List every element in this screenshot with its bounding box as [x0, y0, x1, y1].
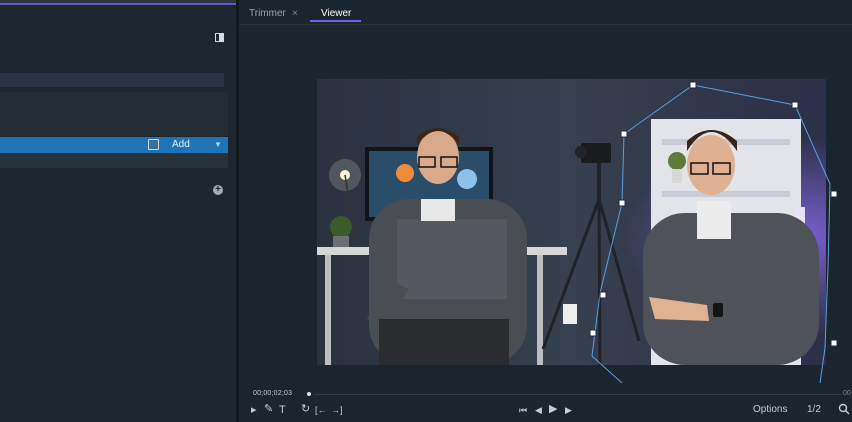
step-back-icon[interactable]: ◀: [535, 404, 542, 416]
left-panel-accent-line: [0, 3, 236, 5]
loop-icon[interactable]: ↻: [301, 403, 310, 415]
play-icon[interactable]: ▶: [549, 403, 557, 415]
go-to-start-icon[interactable]: ⏮: [519, 404, 527, 416]
step-forward-icon[interactable]: ▶: [565, 404, 572, 416]
tab-active-indicator: [310, 20, 361, 22]
mask-row-sub: [0, 153, 228, 168]
end-timecode: 00: [843, 390, 851, 397]
mask-handle: [830, 190, 838, 198]
close-icon[interactable]: ×: [292, 8, 298, 19]
timeline-track[interactable]: [314, 394, 842, 395]
search-icon[interactable]: [838, 403, 850, 415]
mask-handle: [791, 101, 799, 109]
left-panel: [0, 0, 236, 422]
mask-add-dropdown-label[interactable]: Add: [172, 139, 190, 151]
mask-row-selected[interactable]: [0, 137, 228, 153]
mask-handle: [589, 329, 597, 337]
text-tool-icon[interactable]: T: [279, 404, 286, 416]
current-timecode: 00;00;02;03: [253, 390, 293, 397]
panel-toggle-icon[interactable]: [215, 33, 224, 42]
options-menu[interactable]: Options: [753, 404, 787, 415]
mask-handle: [620, 130, 628, 138]
mark-out-icon[interactable]: →]: [331, 404, 343, 416]
mask-toggle-checkbox[interactable]: [148, 139, 159, 150]
effects-row-body: [0, 92, 228, 136]
tab-trimmer[interactable]: Trimmer: [249, 8, 286, 19]
mask-handle: [689, 81, 697, 89]
zoom-level[interactable]: 1/2: [807, 404, 821, 415]
playhead[interactable]: [307, 392, 311, 396]
mark-in-icon[interactable]: [←: [315, 404, 327, 416]
add-circle-icon[interactable]: +: [213, 185, 223, 195]
pen-tool-icon[interactable]: ✎: [264, 403, 273, 415]
mask-outline: [591, 84, 831, 384]
select-tool-icon[interactable]: ▸: [251, 404, 257, 416]
mask-shape-overlay[interactable]: [580, 78, 840, 388]
effects-row-header: [0, 73, 224, 87]
mask-handle: [618, 199, 626, 207]
mask-handle: [599, 291, 607, 299]
chevron-down-icon[interactable]: ▼: [214, 140, 222, 150]
mask-handle: [830, 339, 838, 347]
tab-viewer[interactable]: Viewer: [321, 8, 351, 19]
